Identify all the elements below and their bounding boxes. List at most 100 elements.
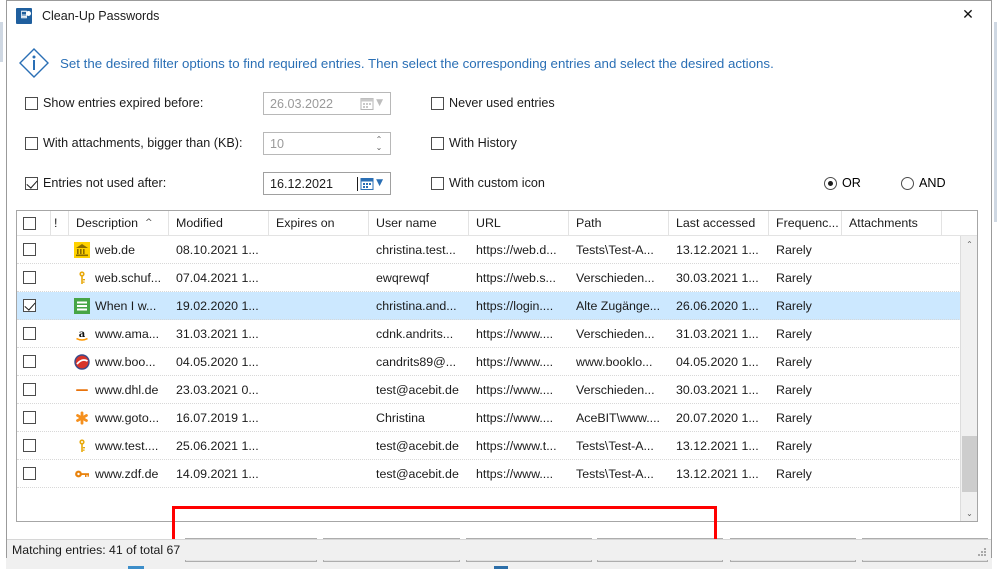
column-header-select-all[interactable] (17, 211, 51, 235)
radio-button-or[interactable] (824, 176, 837, 190)
checkbox-box-never-used[interactable] (431, 96, 444, 110)
label-with-history: With History (449, 136, 517, 150)
password-app-icon-dot (26, 10, 31, 16)
row-checkbox[interactable] (23, 299, 36, 312)
row-expires-text (269, 432, 369, 459)
checkbox-with-attachments-bigger-than[interactable]: With attachments, bigger than (KB): (25, 136, 243, 150)
row-checkbox[interactable] (23, 411, 36, 424)
column-header-attachments[interactable]: Attachments (842, 211, 942, 235)
row-attachments-text (842, 236, 942, 263)
row-checkbox[interactable] (23, 327, 36, 340)
row-description-text: www.goto... (95, 410, 160, 425)
row-attachments-text (842, 432, 942, 459)
row-frequency-text: Rarely (776, 326, 812, 341)
row-description-cell: www.zdf.de (69, 460, 169, 487)
row-modified-text: 14.09.2021 1... (176, 466, 259, 481)
row-checkbox[interactable] (23, 243, 36, 256)
column-header-url[interactable]: URL (469, 211, 569, 235)
checkbox-box-custom-icon[interactable] (431, 176, 444, 190)
row-description-text: www.dhl.de (95, 382, 159, 397)
quantity-stepper-attachment-size[interactable]: ⌃ ⌄ (371, 135, 387, 152)
table-row[interactable]: web.schuf... 07.04.2021 1... ewqrewqf https… (17, 264, 977, 292)
checkbox-with-history[interactable]: With History (431, 136, 517, 150)
scroll-up-icon[interactable]: ⌃ (961, 236, 977, 253)
resize-grip-icon[interactable] (976, 546, 988, 558)
close-icon[interactable]: ✕ (945, 1, 991, 29)
row-description-cell: www.dhl.de (69, 376, 169, 403)
row-attachments-text (842, 348, 942, 375)
row-frequency-text: Rarely (776, 354, 812, 369)
row-checkbox[interactable] (23, 439, 36, 452)
row-checkbox[interactable] (23, 467, 36, 480)
row-checkbox[interactable] (23, 355, 36, 368)
row-checkbox-cell[interactable] (17, 320, 51, 347)
scrollbar-thumb[interactable] (962, 436, 977, 492)
table-row[interactable]: www.dhl.de 23.03.2021 0... test@acebit.de h… (17, 376, 977, 404)
green-list-icon (69, 297, 95, 314)
date-field-not-used-after[interactable]: 16.12.2021 ▼ (263, 172, 391, 195)
table-row[interactable]: www.goto... 16.07.2019 1... Christina https… (17, 404, 977, 432)
chevron-down-icon-not-used-after[interactable]: ▼ (376, 179, 383, 188)
row-checkbox-cell[interactable] (17, 348, 51, 375)
column-header-modified[interactable]: Modified (169, 211, 269, 235)
number-field-attachment-size[interactable]: 10 ⌃ ⌄ (263, 132, 391, 155)
title-bar[interactable]: ⌸ Clean-Up Passwords ✕ (7, 1, 991, 30)
table-row[interactable]: www.zdf.de 14.09.2021 1... test@acebit.de h… (17, 460, 977, 488)
row-username-text: Christina (376, 410, 425, 425)
row-checkbox-cell[interactable] (17, 292, 51, 319)
row-flag-cell (51, 348, 69, 375)
table-row[interactable]: www.test.... 25.06.2021 1... test@acebit.d… (17, 432, 977, 460)
info-banner-text: Set the desired filter options to find r… (60, 55, 774, 71)
scroll-down-icon[interactable]: ⌄ (961, 505, 977, 521)
column-header-frequency[interactable]: Frequenc... (769, 211, 842, 235)
table-row[interactable]: www.boo... 04.05.2020 1... candrits89@... h… (17, 348, 977, 376)
stepper-down-icon[interactable]: ⌄ (376, 143, 383, 152)
checkbox-box-with-history[interactable] (431, 136, 444, 150)
checkbox-box-expired-before[interactable] (25, 96, 38, 110)
radio-button-and[interactable] (901, 176, 914, 190)
row-checkbox-cell[interactable] (17, 264, 51, 291)
vertical-scrollbar[interactable]: ⌃ ⌄ (960, 236, 977, 521)
row-checkbox-cell[interactable] (17, 376, 51, 403)
row-checkbox-cell[interactable] (17, 460, 51, 487)
row-path-text: AceBIT\www.... (576, 410, 660, 425)
row-description-cell: www.boo... (69, 348, 169, 375)
row-checkbox[interactable] (23, 383, 36, 396)
dhl-dash-icon (69, 382, 95, 398)
column-header-user-name[interactable]: User name (369, 211, 469, 235)
checkbox-never-used-entries[interactable]: Never used entries (431, 96, 555, 110)
radio-and[interactable]: AND (901, 176, 946, 190)
chevron-down-icon-expired-before[interactable]: ▼ (376, 99, 383, 108)
checkbox-show-entries-expired-before[interactable]: Show entries expired before: (25, 96, 203, 110)
row-checkbox[interactable] (23, 271, 36, 284)
table-row[interactable]: a www.ama... 31.03.2021 1... cdnk.andrits..… (17, 320, 977, 348)
row-checkbox-cell[interactable] (17, 236, 51, 263)
row-checkbox-cell[interactable] (17, 404, 51, 431)
row-url-text: https://login.... (476, 298, 554, 313)
checkbox-select-all[interactable] (23, 216, 36, 230)
row-description-cell: a www.ama... (69, 320, 169, 347)
row-modified-text: 04.05.2020 1... (176, 354, 259, 369)
calendar-icon-expired-before (360, 97, 374, 111)
date-field-expired-before[interactable]: 26.03.2022 ▼ (263, 92, 391, 115)
row-description-cell: When I w... (69, 292, 169, 319)
column-header-last-accessed[interactable]: Last accessed (669, 211, 769, 235)
table-row[interactable]: When I w... 19.02.2020 1... christina.and.… (17, 292, 977, 320)
checkbox-box-attachments-bigger[interactable] (25, 136, 38, 150)
table-header-row: ! Description ^ Modified Expires on User… (17, 211, 977, 236)
column-header-path[interactable]: Path (569, 211, 669, 235)
checkbox-box-not-used-after[interactable] (25, 176, 38, 190)
column-header-flag[interactable]: ! (51, 211, 69, 235)
checkbox-with-custom-icon[interactable]: With custom icon (431, 176, 545, 190)
column-header-description[interactable]: Description ^ (69, 211, 169, 235)
checkbox-entries-not-used-after[interactable]: Entries not used after: (25, 176, 166, 190)
row-url-text: https://www.... (476, 326, 554, 341)
column-header-expires-on[interactable]: Expires on (269, 211, 369, 235)
row-expires-text (269, 376, 369, 403)
row-checkbox-cell[interactable] (17, 432, 51, 459)
row-description-cell: web.de (69, 236, 169, 263)
row-flag-cell (51, 264, 69, 291)
row-modified-text: 07.04.2021 1... (176, 270, 259, 285)
radio-or[interactable]: OR (824, 176, 861, 190)
table-row[interactable]: web.de 08.10.2021 1... christina.test... ht… (17, 236, 977, 264)
